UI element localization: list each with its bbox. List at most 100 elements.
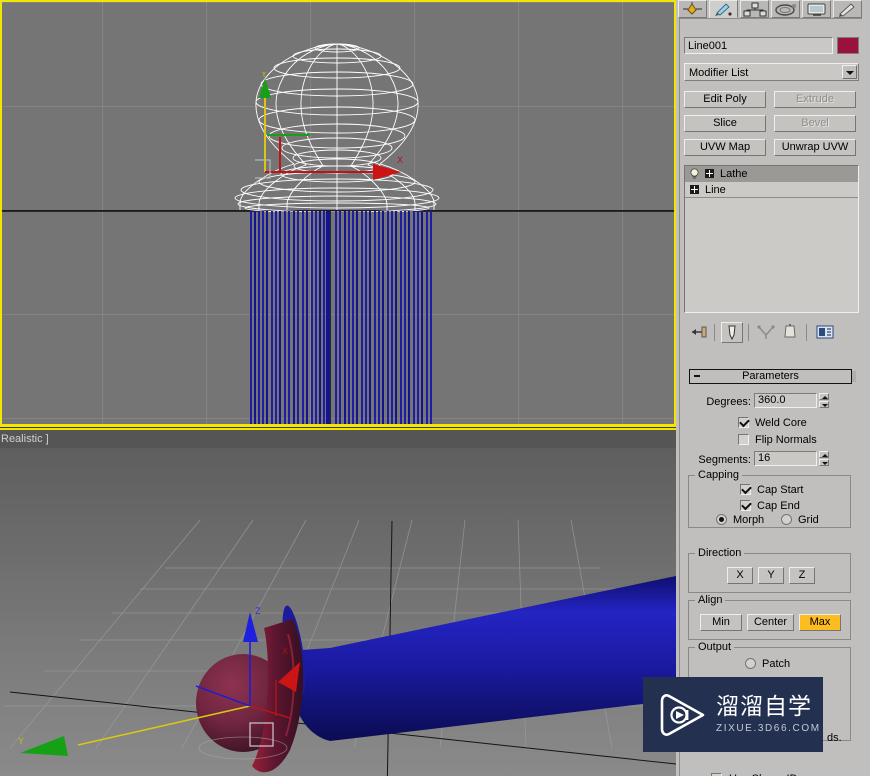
viewport-divider	[0, 427, 676, 428]
create-tab[interactable]	[678, 0, 707, 18]
viewport-label-text: Realistic ]	[1, 433, 49, 445]
lightbulb-icon[interactable]	[689, 168, 700, 180]
toolbar-separator	[748, 324, 749, 341]
patch-label: Patch	[762, 658, 791, 670]
modifier-stack-toolbar	[684, 322, 859, 343]
direction-z-button[interactable]: Z	[789, 567, 815, 584]
cap-start-checkbox[interactable]	[740, 484, 751, 495]
motion-icon	[775, 4, 796, 16]
weld-core-checkbox[interactable]	[738, 417, 749, 428]
parameters-rollout-header[interactable]: Parameters	[689, 369, 856, 384]
viewport-perspective[interactable]: Z X Y	[0, 448, 676, 776]
watermark-overlay: 溜溜自学 ZIXUE.3D66.COM	[643, 677, 823, 752]
direction-y-button[interactable]: Y	[758, 567, 784, 584]
rollout-grip-icon	[852, 371, 856, 382]
modifier-stack-list[interactable]: Lathe Line	[684, 165, 859, 313]
3dsmax-window: Y X Realistic ] Z X Y Line001 Modifier L…	[0, 0, 870, 776]
watermark-en-text: ZIXUE.3D66.COM	[716, 722, 821, 734]
watermark-text-block: 溜溜自学 ZIXUE.3D66.COM	[716, 693, 821, 734]
generate-mapping-coords-label: ds.	[827, 732, 842, 744]
stack-item-label: Line	[705, 184, 726, 196]
motion-tab[interactable]	[771, 0, 800, 18]
command-panel-tabs	[676, 0, 870, 18]
modify-tab[interactable]	[709, 0, 738, 18]
parameters-title: Parameters	[742, 370, 799, 382]
configure-sets-icon[interactable]	[814, 322, 836, 343]
parameters-rollout: Parameters Degrees: 360.0 Weld Core Flip…	[684, 369, 859, 776]
svg-text:Y: Y	[261, 72, 267, 79]
segments-input[interactable]: 16	[754, 451, 817, 466]
segments-label: Segments:	[698, 454, 751, 466]
remove-modifier-icon[interactable]	[779, 322, 801, 343]
align-min-button[interactable]: Min	[700, 614, 742, 631]
viewport-label-bar[interactable]: Realistic ]	[0, 430, 676, 448]
patch-radio[interactable]	[745, 658, 756, 669]
svg-text:X: X	[282, 646, 288, 656]
stack-item-label: Lathe	[720, 168, 748, 180]
watermark-cn-text: 溜溜自学	[716, 693, 812, 720]
viewport-area: Y X Realistic ] Z X Y	[0, 0, 676, 776]
morph-label: Morph	[733, 514, 765, 526]
unwrap-uvw-button[interactable]: Unwrap UVW	[774, 139, 856, 156]
object-color-swatch[interactable]	[837, 37, 859, 54]
grid-radio[interactable]	[781, 514, 792, 525]
command-panel-inner: Line001 Modifier List Edit Poly Extrude …	[679, 18, 862, 776]
hierarchy-tab[interactable]	[740, 0, 769, 18]
capping-group-title: Capping	[695, 469, 742, 481]
modifier-list-label: Modifier List	[689, 67, 749, 79]
degrees-input[interactable]: 360.0	[754, 393, 817, 408]
pin-stack-icon[interactable]	[688, 322, 710, 343]
cap-start-label: Cap Start	[757, 484, 804, 496]
slice-button[interactable]: Slice	[684, 115, 766, 132]
flip-normals-row: Flip Normals	[684, 432, 859, 451]
viewport-front[interactable]: Y X	[0, 0, 676, 430]
collapse-icon[interactable]	[694, 375, 700, 377]
display-tab[interactable]	[802, 0, 831, 18]
direction-group-title: Direction	[695, 547, 745, 559]
expand-icon[interactable]	[690, 185, 699, 194]
morph-radio[interactable]	[716, 514, 727, 525]
transform-gizmo-front[interactable]: Y X	[255, 72, 415, 182]
edit-poly-button[interactable]: Edit Poly	[684, 91, 766, 108]
flip-normals-label: Flip Normals	[755, 434, 817, 446]
play-logo-icon	[660, 693, 705, 736]
svg-text:Y: Y	[18, 736, 24, 746]
utilities-tab[interactable]	[833, 0, 862, 18]
degrees-row: Degrees: 360.0	[684, 393, 859, 415]
create-icon	[683, 2, 702, 15]
toolbar-separator	[714, 324, 715, 341]
stack-item-line[interactable]: Line	[685, 182, 858, 198]
make-unique-icon[interactable]	[755, 322, 777, 343]
stack-item-lathe[interactable]: Lathe	[685, 166, 858, 182]
extrude-button: Extrude	[774, 91, 856, 108]
output-group-title: Output	[695, 641, 735, 653]
align-center-button[interactable]: Center	[747, 614, 794, 631]
toolbar-separator	[806, 324, 807, 341]
uvw-map-button[interactable]: UVW Map	[684, 139, 766, 156]
align-group-title: Align	[695, 594, 726, 606]
segments-spinner[interactable]	[819, 451, 829, 466]
modifier-list-dropdown[interactable]: Modifier List	[684, 63, 859, 81]
bevel-button: Bevel	[774, 115, 856, 132]
display-icon	[807, 3, 826, 16]
align-group: Align Min Center Max	[688, 594, 851, 640]
direction-x-button[interactable]: X	[727, 567, 753, 584]
align-max-button[interactable]: Max	[799, 614, 841, 631]
command-panel: Line001 Modifier List Edit Poly Extrude …	[676, 0, 870, 776]
weld-core-label: Weld Core	[755, 417, 807, 429]
chevron-down-icon[interactable]	[842, 65, 857, 79]
hierarchy-icon	[743, 2, 767, 17]
cap-end-checkbox[interactable]	[740, 500, 751, 511]
direction-group: Direction X Y Z	[688, 547, 851, 593]
stack-separator	[685, 197, 858, 198]
expand-icon[interactable]	[705, 169, 714, 178]
grid-label: Grid	[798, 514, 819, 526]
blue-cylinder-object	[282, 576, 676, 741]
show-end-result-icon[interactable]	[721, 322, 743, 343]
capping-group: Capping Cap Start Cap End Morph Grid	[688, 469, 851, 528]
degrees-spinner[interactable]	[819, 393, 829, 408]
object-name-input[interactable]: Line001	[684, 37, 833, 54]
command-panel-body: Line001 Modifier List Edit Poly Extrude …	[676, 18, 870, 776]
cap-end-label: Cap End	[757, 500, 800, 512]
flip-normals-checkbox[interactable]	[738, 434, 749, 445]
